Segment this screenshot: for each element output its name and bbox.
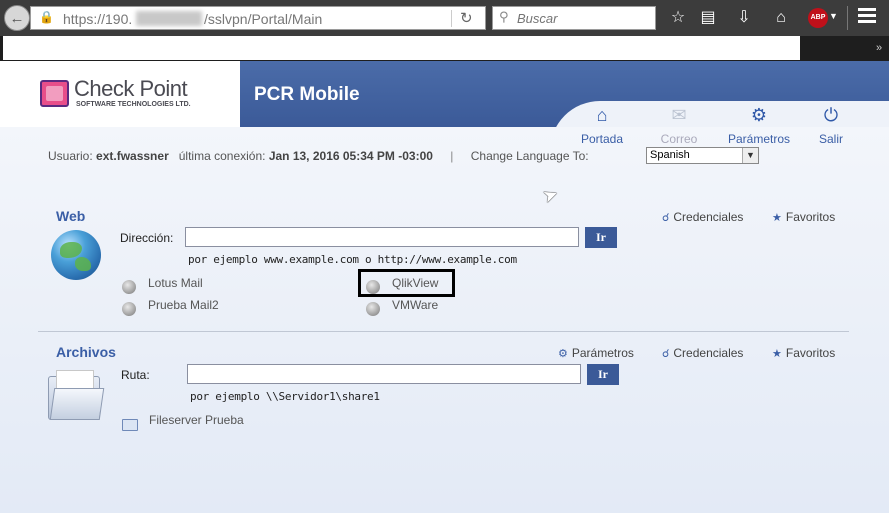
files-credenciales-link[interactable]: ☌ Credenciales — [662, 346, 743, 360]
last-login-value: Jan 13, 2016 05:34 PM -03:00 — [268, 149, 433, 163]
path-input[interactable] — [187, 364, 581, 384]
nav-portada-label: Portada — [580, 132, 624, 146]
star-icon: ★ — [772, 212, 782, 224]
folder-small-icon — [122, 419, 138, 431]
chevron-down-icon: ▼ — [742, 148, 758, 163]
files-favoritos-label: Favoritos — [785, 346, 836, 360]
bookmarks-area — [3, 36, 800, 60]
files-go-button[interactable]: Ir — [587, 364, 619, 385]
reload-icon[interactable]: ↻ — [460, 9, 473, 27]
browser-toolbar: ← 🔒 https://190. /sslvpn/Portal/Main ↻ ⚲… — [0, 0, 889, 36]
nav-salir-label: Salir — [818, 132, 843, 146]
lock-icon: 🔒 — [39, 10, 54, 24]
web-section-title: Web — [56, 208, 86, 224]
globe-icon — [51, 230, 101, 280]
section-divider — [38, 331, 849, 332]
globe-small-icon — [366, 302, 380, 316]
user-label: Usuario: — [48, 149, 93, 163]
highlight-box — [358, 269, 455, 297]
files-credenciales-label: Credenciales — [673, 346, 744, 360]
info-separator: | — [450, 149, 454, 163]
folder-icon — [48, 368, 105, 420]
url-path: /sslvpn/Portal/Main — [204, 11, 323, 27]
mouse-cursor-icon: ➤ — [539, 183, 561, 208]
adblock-icon[interactable]: ABP — [808, 8, 828, 28]
address-bar[interactable]: 🔒 https://190. /sslvpn/Portal/Main ↻ — [30, 6, 486, 30]
star-icon: ★ — [772, 348, 782, 360]
portal-page: Check Point SOFTWARE TECHNOLOGIES LTD. P… — [0, 61, 889, 513]
search-icon: ⚲ — [499, 9, 509, 24]
web-credenciales-label: Credenciales — [673, 210, 744, 224]
url-prefix: https://190. — [63, 11, 133, 27]
web-favoritos-link[interactable]: ★ Favoritos — [772, 210, 835, 224]
bookmark-star-icon[interactable]: ☆ — [667, 7, 689, 29]
download-icon[interactable]: ⇩ — [733, 7, 755, 29]
bookmark-prueba-mail2[interactable]: Prueba Mail2 — [148, 298, 219, 312]
nav-portada[interactable]: ⌂ Portada — [567, 105, 637, 146]
user-name: ext.fwassner — [96, 149, 169, 163]
logo-title: Check Point — [74, 76, 188, 101]
user-info-line: Usuario: ext.fwassner última conexión: J… — [48, 149, 589, 163]
last-login-label: última conexión: — [178, 149, 266, 163]
reading-list-icon[interactable]: ▤ — [697, 7, 719, 29]
change-language-label: Change Language To: — [470, 149, 589, 163]
key-icon: ☌ — [662, 212, 670, 224]
language-value: Spanish — [650, 149, 690, 161]
files-favoritos-link[interactable]: ★ Favoritos — [772, 346, 835, 360]
home-icon[interactable]: ⌂ — [770, 7, 792, 29]
home-icon: ⌂ — [596, 105, 608, 125]
adblock-label: ABP — [810, 14, 826, 21]
web-favoritos-label: Favoritos — [785, 210, 836, 224]
nav-correo-label: Correo — [660, 132, 698, 146]
url-redacted — [136, 11, 202, 26]
envelope-icon: ✉ — [671, 105, 687, 125]
bookmark-vmware[interactable]: VMWare — [392, 298, 438, 312]
search-input[interactable] — [517, 10, 653, 27]
gear-icon: ⚙ — [750, 105, 768, 125]
portal-header: Check Point SOFTWARE TECHNOLOGIES LTD. P… — [0, 61, 889, 146]
files-parametros-link[interactable]: ⚙ Parámetros — [558, 346, 634, 360]
path-label: Ruta: — [121, 368, 150, 382]
bookmark-lotus-mail[interactable]: Lotus Mail — [148, 276, 203, 290]
search-bar[interactable]: ⚲ — [492, 6, 656, 30]
files-parametros-label: Parámetros — [571, 346, 634, 360]
power-icon: ⏻ — [823, 105, 839, 125]
reload-divider — [451, 10, 452, 27]
adblock-dropdown-icon[interactable]: ▼ — [829, 11, 838, 21]
chevron-more-icon[interactable]: » — [876, 42, 882, 54]
key-icon: ☌ — [662, 348, 670, 360]
logo-subtitle: SOFTWARE TECHNOLOGIES LTD. — [76, 101, 191, 108]
bookmark-fileserver-prueba[interactable]: Fileserver Prueba — [149, 413, 244, 427]
bookmarks-bar: » — [0, 36, 889, 61]
path-hint: por ejemplo \\Servidor1\share1 — [190, 390, 380, 403]
address-input[interactable] — [185, 227, 579, 247]
nav-parametros-label: Parámetros — [727, 132, 791, 146]
nav-correo[interactable]: ✉ Correo — [644, 105, 714, 146]
logo: Check Point SOFTWARE TECHNOLOGIES LTD. — [0, 61, 240, 127]
address-hint: por ejemplo www.example.com o http://www… — [188, 253, 517, 266]
web-credenciales-link[interactable]: ☌ Credenciales — [662, 210, 743, 224]
globe-small-icon — [122, 302, 136, 316]
back-arrow-icon: ← — [9, 9, 25, 27]
toolbar-divider — [847, 6, 848, 30]
hamburger-menu-icon[interactable] — [858, 8, 876, 26]
globe-small-icon — [122, 280, 136, 294]
back-button[interactable]: ← — [4, 5, 30, 31]
page-title: PCR Mobile — [254, 84, 360, 105]
address-label: Dirección: — [120, 231, 174, 245]
web-go-button[interactable]: Ir — [585, 227, 617, 248]
nav-parametros[interactable]: ⚙ Parámetros — [724, 105, 794, 146]
gear-icon: ⚙ — [558, 348, 568, 360]
language-select[interactable]: Spanish ▼ — [646, 147, 759, 164]
files-section-title: Archivos — [56, 344, 116, 360]
nav-salir[interactable]: ⏻ Salir — [796, 105, 866, 146]
checkpoint-logo-icon — [40, 80, 69, 107]
